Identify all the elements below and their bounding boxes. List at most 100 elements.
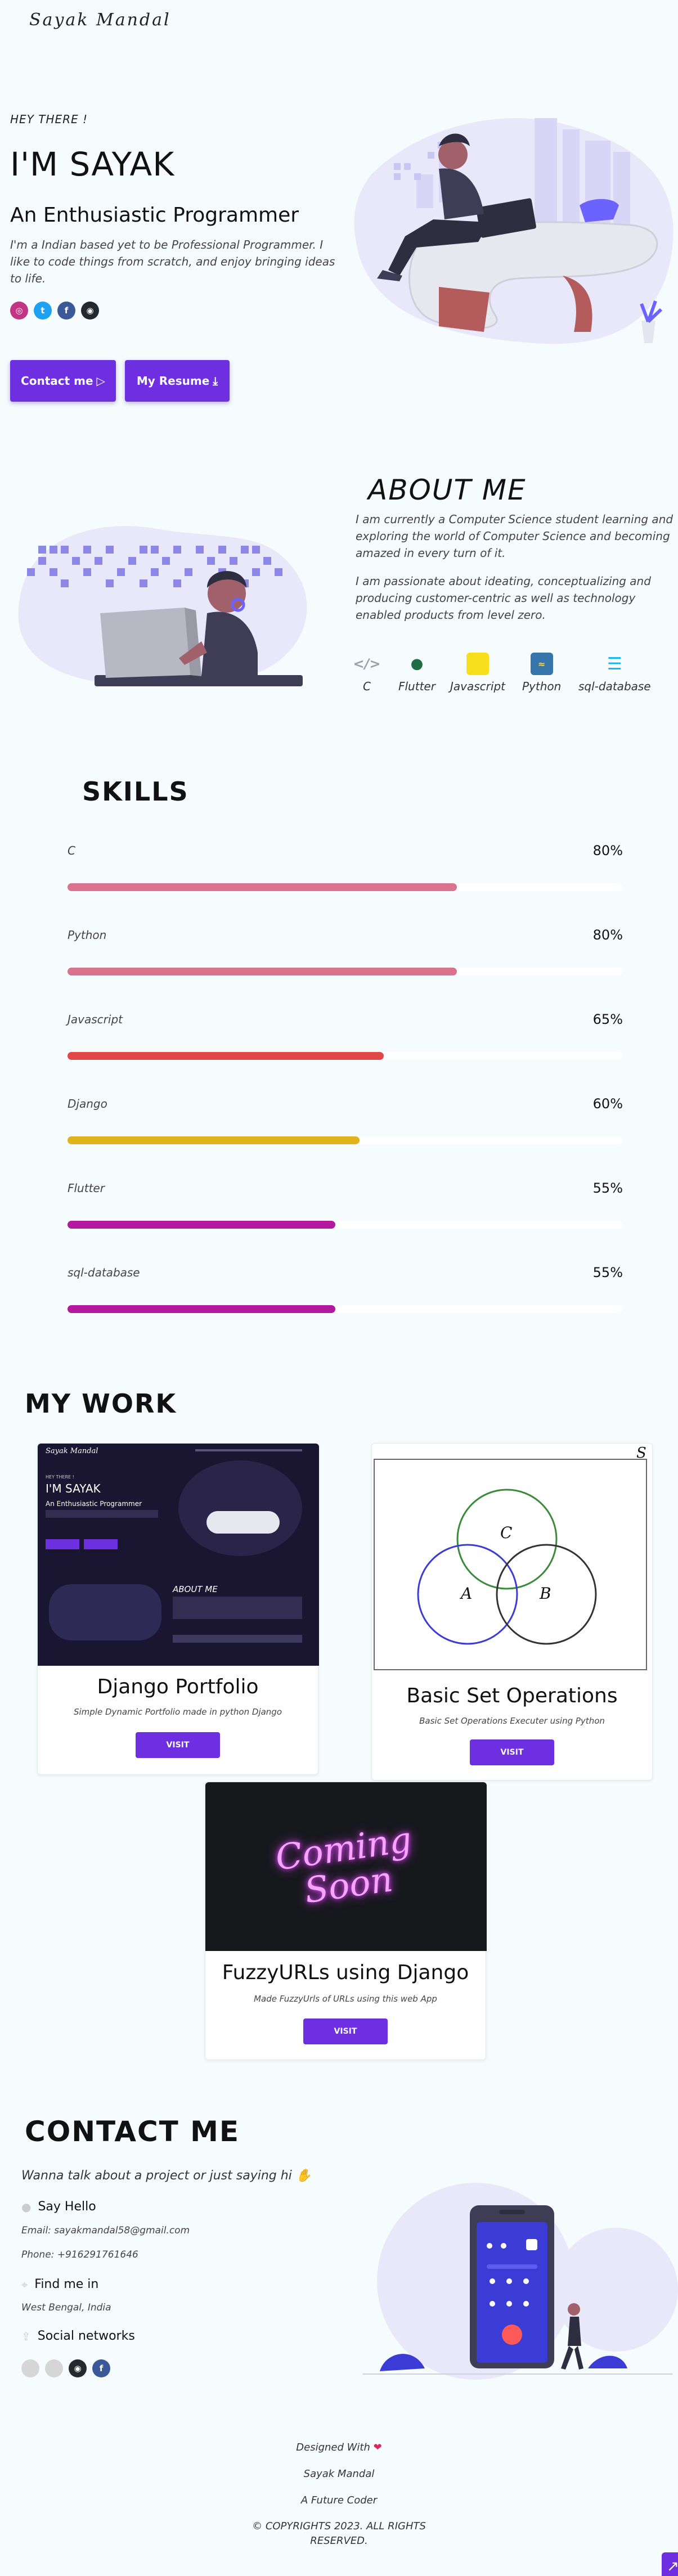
javascript-icon <box>466 653 489 675</box>
preview-hero-art <box>178 1460 302 1556</box>
my-resume-button[interactable]: My Resume ⤓ <box>125 360 230 402</box>
skill-progress-track <box>68 1136 622 1144</box>
github-icon[interactable]: ◉ <box>81 302 99 320</box>
project-card-basic-set-operations: S C A B Basic Set Operations Basic Set O… <box>371 1443 653 1781</box>
preview-name: I'M SAYAK <box>46 1482 101 1495</box>
contact-location: West Bengal, India <box>21 2302 111 2313</box>
project-subtitle: Simple Dynamic Portfolio made in python … <box>73 1707 282 1717</box>
skill-label: C <box>68 844 75 857</box>
tech-python: ≈ Python <box>522 653 561 693</box>
contact-title: CONTACT ME <box>25 2115 240 2148</box>
preview-about-text <box>173 1597 302 1619</box>
facebook-icon[interactable]: f <box>57 302 75 320</box>
site-logo[interactable]: Sayak Mandal <box>29 10 171 30</box>
skill-label: sql-database <box>68 1266 140 1279</box>
skill-progress-fill <box>68 1305 335 1313</box>
project-title: FuzzyURLs using Django <box>222 1961 469 1984</box>
database-icon: ☰ <box>607 654 622 674</box>
share-icon: ⇪ <box>21 2329 31 2343</box>
coming-soon-preview: Coming Soon <box>205 1782 487 1951</box>
tech-label: sql-database <box>578 680 651 693</box>
wave-icon: ✋ <box>295 2169 312 2183</box>
chat-icon: ● <box>21 2200 32 2214</box>
skill-progress-fill <box>68 1221 335 1229</box>
venn-label-b: B <box>540 1584 551 1603</box>
preview-tagline: An Enthusiastic Programmer <box>46 1500 142 1508</box>
skill-progress-fill <box>68 1136 360 1144</box>
preview-about: ABOUT ME <box>173 1584 218 1594</box>
skill-progress-track <box>68 883 622 891</box>
android-icon: ● <box>410 655 424 672</box>
skill-label: Django <box>68 1097 107 1111</box>
preview-desk <box>206 1511 280 1534</box>
tech-javascript: Javascript <box>450 653 505 693</box>
scroll-to-top-button[interactable]: ↗ <box>662 2552 678 2576</box>
hero-intro: I'm a Indian based yet to be Professiona… <box>10 238 335 285</box>
project-subtitle: Made FuzzyUrls of URLs using this web Ap… <box>254 1994 437 2004</box>
say-hello-label: Say Hello <box>38 2200 96 2214</box>
about-title: ABOUT ME <box>368 474 527 506</box>
about-illustration <box>18 525 307 686</box>
skill-label: Python <box>68 928 107 942</box>
contact-lead: Wanna talk about a project or just sayin… <box>21 2169 311 2183</box>
preview-logo: Sayak Mandal <box>46 1447 98 1455</box>
tech-flutter: ● Flutter <box>398 653 435 693</box>
project-title: Basic Set Operations <box>406 1684 618 1707</box>
github-icon[interactable]: ◉ <box>69 2359 87 2377</box>
skill-percent: 60% <box>592 1096 623 1112</box>
hero-social-links: ◎ t f ◉ <box>10 302 99 320</box>
work-title: MY WORK <box>25 1388 177 1419</box>
skill-progress-track <box>68 1305 622 1313</box>
venn-universe-label: S <box>636 1445 646 1462</box>
about-paragraph-2: I am passionate about ideating, conceptu… <box>356 574 651 622</box>
skill-progress-fill <box>68 883 457 891</box>
visit-button[interactable]: VISIT <box>136 1732 220 1758</box>
about-paragraph-1: I am currently a Computer Science studen… <box>356 512 673 560</box>
preview-intro <box>46 1510 158 1518</box>
visit-button[interactable]: VISIT <box>303 2018 388 2044</box>
skill-percent: 80% <box>592 927 623 943</box>
tech-c: </> C <box>353 653 381 693</box>
location-pin-icon: ⌖ <box>21 2277 28 2291</box>
arrow-up-icon: ↗ <box>667 2558 678 2575</box>
footer-designed-with: Designed With ❤ <box>0 2442 678 2453</box>
tech-label: Python <box>522 680 562 693</box>
venn-diagram-preview <box>374 1459 647 1670</box>
footer-copyright-line-2: RESERVED. <box>310 2535 368 2547</box>
venn-label-a: A <box>461 1584 473 1603</box>
project-title: Django Portfolio <box>97 1675 259 1698</box>
footer-motto: A Future Coder <box>300 2494 378 2506</box>
contact-phone[interactable]: Phone: +916291761646 <box>21 2249 138 2260</box>
preview-about-art <box>49 1584 161 1640</box>
django-portfolio-preview: Sayak Mandal HEY THERE ! I'M SAYAK An En… <box>38 1444 319 1666</box>
footer-copyright-line-1: © COPYRIGHTS 2023. ALL RIGHTS <box>252 2520 426 2532</box>
contact-me-label: Contact me <box>21 374 93 388</box>
twitter-icon[interactable]: t <box>34 302 52 320</box>
contact-email[interactable]: Email: sayakmandal58@gmail.com <box>21 2225 190 2236</box>
coming-soon-neon: Coming Soon <box>273 1818 414 1912</box>
contact-me-button[interactable]: Contact me ▷ <box>10 360 116 402</box>
hero-tagline: An Enthusiastic Programmer <box>10 204 299 227</box>
preview-greeting: HEY THERE ! <box>46 1474 74 1480</box>
heart-icon: ❤ <box>373 2442 382 2453</box>
my-resume-label: My Resume <box>136 374 210 388</box>
skills-title: SKILLS <box>82 776 189 807</box>
send-icon: ▷ <box>96 374 105 388</box>
python-icon: ≈ <box>530 653 553 675</box>
twitter-icon[interactable] <box>45 2359 63 2377</box>
instagram-icon[interactable]: ◎ <box>10 302 28 320</box>
find-me-heading: ⌖ Find me in <box>21 2277 98 2291</box>
visit-button[interactable]: VISIT <box>470 1739 554 1765</box>
skill-progress-fill <box>68 968 457 975</box>
facebook-icon[interactable]: f <box>92 2359 110 2377</box>
contact-social-links: ◉ f <box>21 2359 110 2377</box>
instagram-icon[interactable] <box>21 2359 39 2377</box>
preview-button <box>84 1539 118 1549</box>
contact-illustration <box>363 2183 678 2380</box>
skill-progress-track <box>68 1052 622 1060</box>
footer-name: Sayak Mandal <box>303 2468 375 2480</box>
find-me-label: Find me in <box>34 2277 99 2291</box>
download-icon: ⤓ <box>213 374 218 388</box>
skill-label: Javascript <box>68 1013 123 1026</box>
skill-percent: 80% <box>592 843 623 858</box>
